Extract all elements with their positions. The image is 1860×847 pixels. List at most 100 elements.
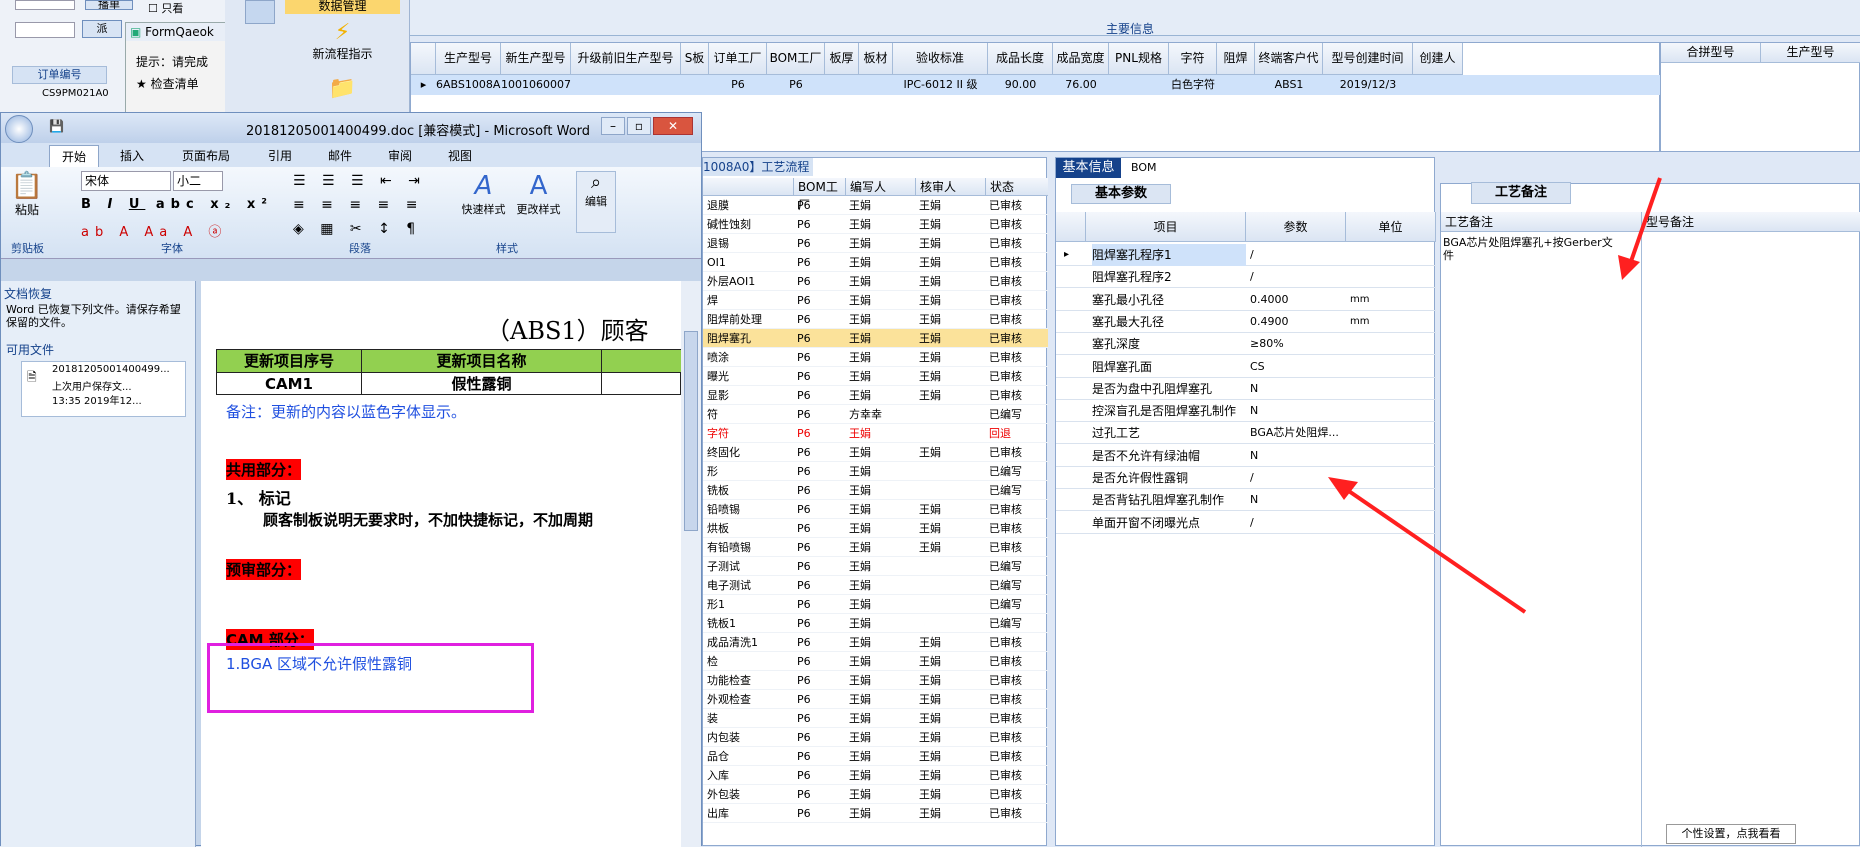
process-row[interactable]: 烘板 P6 王娟 王娟 已审核 bbox=[703, 519, 1048, 538]
basic-param[interactable]: / bbox=[1250, 512, 1346, 534]
process-row[interactable]: 阻焊前处理 P6 王娟 王娟 已审核 bbox=[703, 310, 1048, 329]
main-cell-1[interactable]: 10010600079114 bbox=[501, 75, 571, 95]
ribbon-tab-1[interactable]: 插入 bbox=[105, 145, 159, 167]
basic-row[interactable]: 过孔工艺 BGA芯片处阻焊... bbox=[1056, 422, 1436, 445]
basic-row[interactable]: 是否为盘中孔阻焊塞孔 N bbox=[1056, 378, 1436, 400]
document-page[interactable]: （ABS1）顾客 更新项目序号 更新项目名称 CAM1 假性露铜 备注：更新的内… bbox=[201, 281, 682, 847]
process-row[interactable]: 内包装 P6 王娟 王娟 已审核 bbox=[703, 728, 1048, 747]
process-row[interactable]: 入库 P6 王娟 王娟 已审核 bbox=[703, 766, 1048, 785]
tab-bom[interactable]: BOM bbox=[1131, 161, 1157, 174]
main-cell-10[interactable]: 76.00 bbox=[1053, 75, 1109, 95]
basic-param[interactable]: N bbox=[1250, 445, 1346, 467]
main-cell-4[interactable]: P6 bbox=[709, 75, 767, 95]
basic-row[interactable]: 是否不允许有绿油帽 N bbox=[1056, 445, 1436, 467]
para-buttons[interactable]: ◈ ▦ ✂ ↕ ¶ bbox=[293, 221, 421, 237]
checklist-item[interactable]: ★ 检查清单 bbox=[136, 75, 199, 92]
basic-row[interactable]: 塞孔深度 ≥80% bbox=[1056, 333, 1436, 356]
word-vertical-scrollbar[interactable] bbox=[681, 281, 701, 847]
process-row[interactable]: 出库 P6 王娟 王娟 已审核 bbox=[703, 804, 1048, 823]
process-tab[interactable]: 1008A0】工艺流程 bbox=[703, 158, 813, 176]
main-cell-7[interactable] bbox=[859, 75, 893, 95]
basic-row[interactable]: 是否允许假性露铜 / bbox=[1056, 467, 1436, 489]
main-cell-6[interactable] bbox=[825, 75, 859, 95]
process-row[interactable]: 形 P6 王娟 已编写 bbox=[703, 462, 1048, 481]
main-cell-3[interactable] bbox=[681, 75, 709, 95]
ribbon-tab-4[interactable]: 邮件 bbox=[313, 145, 367, 167]
paste-button[interactable]: 📋 粘贴 bbox=[9, 171, 45, 231]
basic-param[interactable]: / bbox=[1250, 467, 1346, 489]
process-row[interactable]: 喷涂 P6 王娟 王娟 已审核 bbox=[703, 348, 1048, 367]
basic-row[interactable]: 控深盲孔是否阻焊塞孔制作 N bbox=[1056, 400, 1436, 423]
process-row[interactable]: 外层AOI1 P6 王娟 王娟 已审核 bbox=[703, 272, 1048, 291]
process-row[interactable]: 铅喷锡 P6 王娟 王娟 已审核 bbox=[703, 500, 1048, 519]
process-row[interactable]: 退膜 P6 王娟 王娟 已审核 bbox=[703, 196, 1048, 215]
row-selector[interactable]: ▸ bbox=[411, 75, 436, 95]
main-cell-13[interactable] bbox=[1217, 75, 1255, 95]
main-cell-11[interactable] bbox=[1109, 75, 1169, 95]
process-row[interactable]: 铣板1 P6 王娟 已编写 bbox=[703, 614, 1048, 633]
ribbon-tab-5[interactable]: 审阅 bbox=[373, 145, 427, 167]
main-cell-15[interactable]: 2019/12/3 bbox=[1323, 75, 1413, 95]
basic-row[interactable]: 塞孔最小孔径 0.4000 mm bbox=[1056, 289, 1436, 311]
personal-settings-button[interactable]: 个性设置，点我看看 bbox=[1666, 824, 1796, 844]
main-cell-8[interactable]: IPC-6012 II 级 bbox=[893, 75, 988, 95]
tab-basic-info[interactable]: 基本信息 bbox=[1056, 158, 1121, 178]
basic-param[interactable]: ≥80% bbox=[1250, 333, 1346, 355]
process-row[interactable]: 曝光 P6 王娟 王娟 已审核 bbox=[703, 367, 1048, 386]
ribbon-tab-6[interactable]: 视图 bbox=[433, 145, 487, 167]
basic-row[interactable]: 阻焊塞孔程序2 / bbox=[1056, 266, 1436, 289]
process-row[interactable]: 装 P6 王娟 王娟 已审核 bbox=[703, 709, 1048, 728]
process-row[interactable]: 焊 P6 王娟 王娟 已审核 bbox=[703, 291, 1048, 310]
list-buttons[interactable]: ☰ ☰ ☰ ⇤ ⇥ bbox=[293, 173, 426, 189]
order-number-cell[interactable]: CS9PM021A0 bbox=[12, 86, 109, 102]
ribbon-tab-0[interactable]: 开始 bbox=[49, 145, 99, 167]
office-button[interactable] bbox=[5, 115, 33, 143]
process-row[interactable]: 字符 P6 王娟 回退 bbox=[703, 424, 1048, 443]
edit-button[interactable]: ⌕ 编辑 bbox=[576, 171, 616, 233]
restore-button[interactable]: ▫ bbox=[627, 117, 651, 135]
toolbox-icon[interactable] bbox=[245, 0, 275, 24]
process-row[interactable]: 终固化 P6 王娟 王娟 已审核 bbox=[703, 443, 1048, 462]
ribbon-tab-2[interactable]: 页面布局 bbox=[165, 145, 247, 167]
combo-box[interactable] bbox=[15, 0, 75, 10]
process-row[interactable]: 碱性蚀刻 P6 王娟 王娟 已审核 bbox=[703, 215, 1048, 234]
process-row[interactable]: 品仓 P6 王娟 王娟 已审核 bbox=[703, 747, 1048, 766]
query-button[interactable]: 📁 bbox=[285, 76, 400, 112]
basic-param[interactable]: N bbox=[1250, 378, 1346, 400]
change-style-button[interactable]: A 更改样式 bbox=[511, 171, 566, 233]
basic-param[interactable]: / bbox=[1250, 266, 1346, 288]
tab-craft-notes[interactable]: 工艺备注 bbox=[1471, 182, 1571, 204]
filter-select[interactable] bbox=[15, 22, 75, 38]
process-row[interactable]: 显影 P6 王娟 王娟 已审核 bbox=[703, 386, 1048, 405]
process-row[interactable]: 子测试 P6 王娟 已编写 bbox=[703, 557, 1048, 576]
process-row[interactable]: 电子测试 P6 王娟 已编写 bbox=[703, 576, 1048, 595]
main-cell-9[interactable]: 90.00 bbox=[988, 75, 1053, 95]
main-cell-5[interactable]: P6 bbox=[767, 75, 825, 95]
align-buttons[interactable]: ≡ ≡ ≡ ≡ ≡ bbox=[293, 197, 423, 213]
dispatch-button[interactable]: 派 bbox=[82, 20, 122, 38]
main-cell-14[interactable]: ABS1 bbox=[1255, 75, 1323, 95]
main-cell-2[interactable] bbox=[571, 75, 681, 95]
basic-param[interactable]: 0.4900 bbox=[1250, 311, 1346, 333]
process-row[interactable]: 成品清洗1 P6 王娟 王娟 已审核 bbox=[703, 633, 1048, 652]
tab-basic-params[interactable]: 基本参数 bbox=[1071, 184, 1171, 204]
ribbon-tab-3[interactable]: 引用 bbox=[253, 145, 307, 167]
process-row[interactable]: 阻焊塞孔 P6 王娟 王娟 已审核 bbox=[703, 329, 1048, 348]
basic-row[interactable]: 塞孔最大孔径 0.4900 mm bbox=[1056, 311, 1436, 333]
basic-row[interactable]: 是否背钻孔阻焊塞孔制作 N bbox=[1056, 489, 1436, 512]
process-row[interactable]: 铣板 P6 王娟 已编写 bbox=[703, 481, 1048, 500]
process-row[interactable]: 形1 P6 王娟 已编写 bbox=[703, 595, 1048, 614]
color-buttons[interactable]: ab A Aa A ⓐ bbox=[81, 221, 227, 240]
dispatch-top-button[interactable]: 播单 bbox=[85, 0, 133, 10]
process-row[interactable]: OI1 P6 王娟 王娟 已审核 bbox=[703, 253, 1048, 272]
basic-row[interactable]: 阻焊塞孔面 CS bbox=[1056, 356, 1436, 378]
main-info-data-row[interactable]: ▸6ABS1008A010010600079114 P6P6 IPC-6012 II… bbox=[411, 75, 1661, 95]
basic-param[interactable]: N bbox=[1250, 400, 1346, 422]
checkbox-view-only[interactable]: ☐ 只看 bbox=[148, 0, 183, 16]
quick-style-button[interactable]: A 快速样式 bbox=[456, 171, 511, 233]
close-button[interactable]: ✕ bbox=[653, 117, 693, 135]
format-buttons[interactable]: B I U abc x₂ x² bbox=[81, 197, 273, 212]
font-name-select[interactable]: 宋体 bbox=[81, 171, 171, 191]
quick-access-save-icon[interactable]: 💾 bbox=[49, 119, 64, 133]
main-cell-12[interactable]: 白色字符 bbox=[1169, 75, 1217, 95]
